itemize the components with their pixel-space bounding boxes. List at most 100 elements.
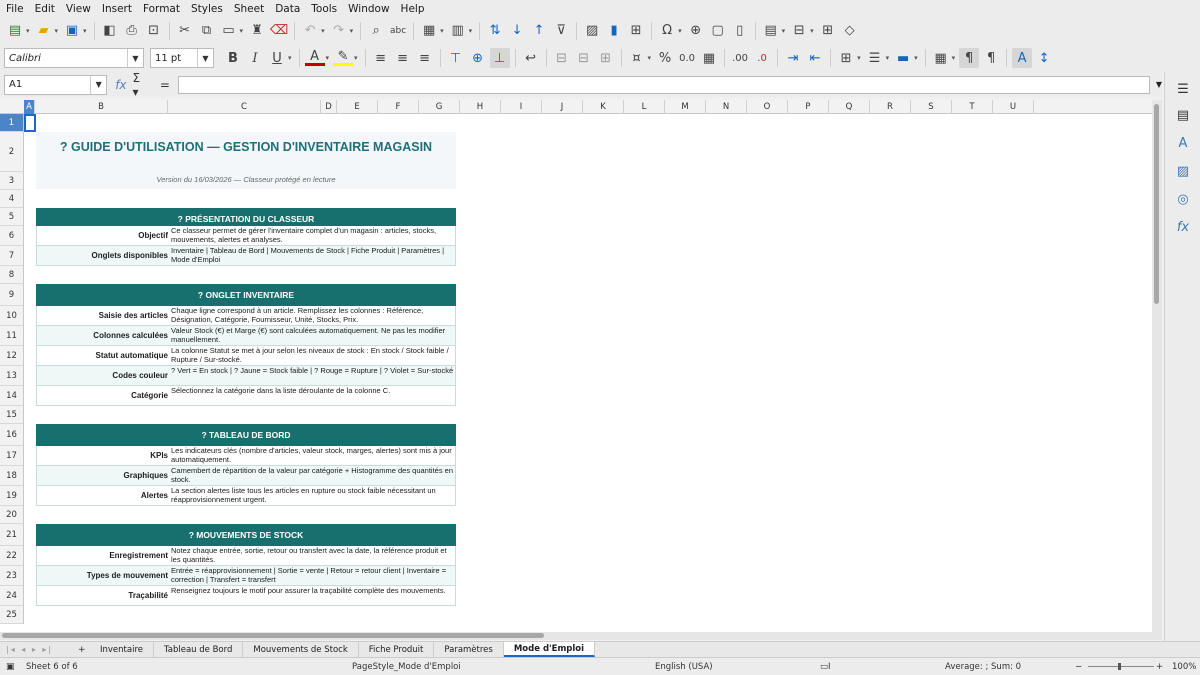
font-name-box[interactable]: Calibri ▼ xyxy=(4,48,144,68)
center-vertically-icon[interactable]: ⊕ xyxy=(468,48,488,68)
merge-center-icon[interactable]: ⊟ xyxy=(552,48,572,68)
function-wizard-icon[interactable]: fx xyxy=(115,78,126,92)
column-header-c[interactable]: C xyxy=(168,100,321,114)
column-header-n[interactable]: N xyxy=(706,100,747,114)
styles-icon[interactable]: A xyxy=(1174,134,1192,152)
border-color-icon[interactable]: ▬ xyxy=(893,48,913,68)
row-header-13[interactable]: 13 xyxy=(0,366,24,386)
sheet-tab[interactable]: Fiche Produit xyxy=(358,642,435,657)
split-window-icon[interactable]: ⊞ xyxy=(818,21,838,41)
align-right-icon[interactable]: ≡ xyxy=(415,48,435,68)
clone-format-icon[interactable]: ♜ xyxy=(247,21,267,41)
menu-item-data[interactable]: Data xyxy=(275,3,300,15)
row-header-14[interactable]: 14 xyxy=(0,386,24,406)
row-header-22[interactable]: 22 xyxy=(0,546,24,566)
gallery-icon[interactable]: ▨ xyxy=(1174,162,1192,180)
menu-item-file[interactable]: File xyxy=(6,3,24,15)
column-header-t[interactable]: T xyxy=(952,100,993,114)
formula-input[interactable] xyxy=(177,75,1150,94)
text-direction-lr-icon[interactable]: A xyxy=(1012,48,1033,68)
column-header-a[interactable]: A xyxy=(24,100,35,114)
new-document-icon[interactable]: ▤ xyxy=(5,21,25,41)
align-center-icon[interactable]: ≡ xyxy=(393,48,413,68)
column-header-k[interactable]: K xyxy=(583,100,624,114)
column-header-i[interactable]: I xyxy=(501,100,542,114)
row-header-7[interactable]: 7 xyxy=(0,246,24,266)
column-header-o[interactable]: O xyxy=(747,100,788,114)
column-header-p[interactable]: P xyxy=(788,100,829,114)
column-header-q[interactable]: Q xyxy=(829,100,870,114)
column-header-m[interactable]: M xyxy=(665,100,706,114)
increase-indent-icon[interactable]: ⇥ xyxy=(783,48,803,68)
highlight-color-icon[interactable]: ✎ xyxy=(333,49,354,66)
autofilter-icon[interactable]: ⊽ xyxy=(551,21,571,41)
row-header-25[interactable]: 25 xyxy=(0,606,24,624)
properties-icon[interactable]: ▤ xyxy=(1174,106,1192,124)
sheet-tab[interactable]: Inventaire xyxy=(90,642,154,657)
row-header-5[interactable]: 5 xyxy=(0,208,24,226)
sheet-tab[interactable]: Mode d'Emploi xyxy=(503,642,596,657)
decrease-indent-icon[interactable]: ⇤ xyxy=(805,48,825,68)
column-header-u[interactable]: U xyxy=(993,100,1034,114)
zoom-slider-thumb[interactable] xyxy=(1118,663,1121,670)
add-sheet-icon[interactable]: + xyxy=(78,645,90,655)
insert-image-icon[interactable]: ▨ xyxy=(582,21,602,41)
borders-icon[interactable]: ⊞ xyxy=(836,48,856,68)
column-header-r[interactable]: R xyxy=(870,100,911,114)
horizontal-scroll-thumb[interactable] xyxy=(2,633,544,638)
menu-item-tools[interactable]: Tools xyxy=(311,3,337,15)
unmerge-cells-icon[interactable]: ⊞ xyxy=(596,48,616,68)
row-header-1[interactable]: 1 xyxy=(0,114,24,132)
row-header-18[interactable]: 18 xyxy=(0,466,24,486)
sheet-tab[interactable]: Mouvements de Stock xyxy=(243,642,359,657)
redo-icon[interactable]: ↷ xyxy=(329,21,349,41)
row-header-23[interactable]: 23 xyxy=(0,566,24,586)
find-replace-icon[interactable]: ⌕ xyxy=(366,21,386,41)
open-folder-icon[interactable]: ▰ xyxy=(34,21,54,41)
column-header-d[interactable]: D xyxy=(321,100,337,114)
row-header-3[interactable]: 3 xyxy=(0,172,24,190)
special-character-icon[interactable]: Ω xyxy=(657,21,677,41)
clear-format-icon[interactable]: ⌫ xyxy=(269,21,289,41)
chevron-down-icon[interactable]: ▼ xyxy=(197,49,213,67)
currency-format-icon[interactable]: ¤ xyxy=(627,48,647,68)
cut-icon[interactable]: ✂ xyxy=(175,21,195,41)
rtl-icon[interactable]: ¶ xyxy=(981,48,1001,68)
functions-icon[interactable]: fx xyxy=(1174,218,1192,236)
percent-format-icon[interactable]: % xyxy=(655,48,675,68)
chevron-down-icon[interactable]: ▼ xyxy=(127,49,143,67)
align-bottom-icon[interactable]: ⊥ xyxy=(489,48,510,68)
hyperlink-icon[interactable]: ⊕ xyxy=(686,21,706,41)
merge-cells-icon[interactable]: ⊟ xyxy=(574,48,594,68)
add-decimal-icon[interactable]: .00 xyxy=(730,48,750,68)
expand-formula-icon[interactable]: ▼ xyxy=(1156,80,1162,89)
pivot-table-icon[interactable]: ⊞ xyxy=(626,21,646,41)
copy-icon[interactable]: ⧉ xyxy=(197,21,217,41)
zoom-in-icon[interactable]: + xyxy=(1156,662,1163,672)
freeze-rows-columns-icon[interactable]: ⊟ xyxy=(789,21,809,41)
formula-equals-icon[interactable]: = xyxy=(160,78,170,92)
underline-icon[interactable]: U xyxy=(267,48,287,68)
comment-icon[interactable]: ▢ xyxy=(708,21,728,41)
language-indicator[interactable]: English (USA) xyxy=(655,662,713,672)
row-header-8[interactable]: 8 xyxy=(0,266,24,284)
sheet-tab[interactable]: Tableau de Bord xyxy=(153,642,244,657)
row-header-4[interactable]: 4 xyxy=(0,190,24,208)
menu-icon[interactable]: ☰ xyxy=(1174,80,1192,98)
sort-descending-icon[interactable]: ↑ xyxy=(529,21,549,41)
chevron-down-icon[interactable]: ▼ xyxy=(90,75,106,94)
column-header-h[interactable]: H xyxy=(460,100,501,114)
spreadsheet-grid[interactable]: ABCDEFGHIJKLMNOPQRSTU 1 2 3 4 5 6 7 8 9 10 11 12 13 1… xyxy=(0,100,1152,632)
align-left-icon[interactable]: ≡ xyxy=(371,48,391,68)
border-style-icon[interactable]: ☰ xyxy=(865,48,885,68)
column-header-e[interactable]: E xyxy=(337,100,378,114)
menu-item-edit[interactable]: Edit xyxy=(35,3,55,15)
column-header-g[interactable]: G xyxy=(419,100,460,114)
sum-icon[interactable]: Σ ▾ xyxy=(133,71,150,99)
wrap-text-icon[interactable]: ↩ xyxy=(521,48,541,68)
delete-decimal-icon[interactable]: .0 xyxy=(752,48,772,68)
menu-item-styles[interactable]: Styles xyxy=(191,3,223,15)
row-header-12[interactable]: 12 xyxy=(0,346,24,366)
conditional-format-icon[interactable]: ▦ xyxy=(931,48,951,68)
column-header-b[interactable]: B xyxy=(35,100,168,114)
